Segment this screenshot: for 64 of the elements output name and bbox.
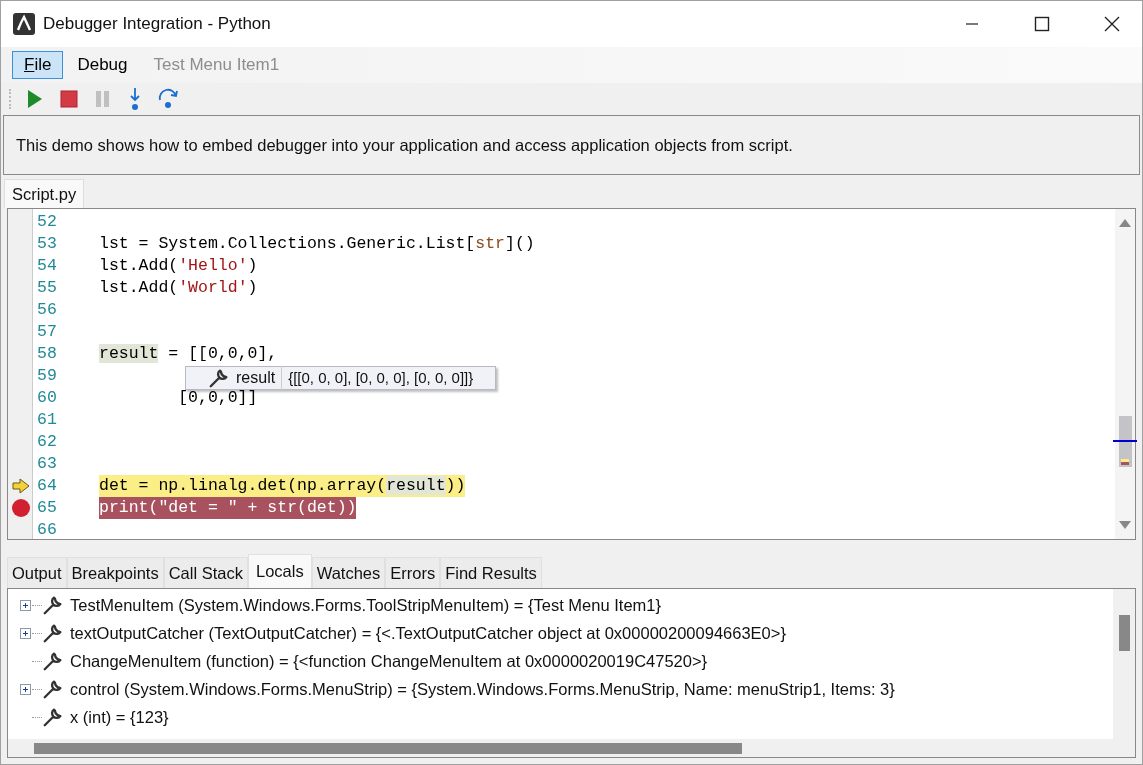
line-number: 54 xyxy=(36,255,58,277)
line-number: 61 xyxy=(36,409,58,431)
vertical-scrollbar[interactable] xyxy=(1115,209,1135,539)
line-number: 58 xyxy=(36,343,58,365)
step-into-icon[interactable] xyxy=(127,87,143,111)
scroll-thumb[interactable] xyxy=(1118,615,1130,651)
line-number: 57 xyxy=(36,321,58,343)
menu-item[interactable]: File xyxy=(12,51,64,79)
wrench-icon xyxy=(208,367,230,389)
line-number: 66 xyxy=(36,519,58,541)
code-line: [0,0,0]] xyxy=(177,387,258,409)
line-number: 59 xyxy=(36,365,58,387)
editor-tab[interactable]: Script.py xyxy=(4,179,85,208)
variable-entry[interactable]: control (System.Windows.Forms.MenuStrip) = {System.Windows.Forms.MenuStrip, Name: menuStrip1, Items: 3} xyxy=(70,676,895,702)
line-number: 56 xyxy=(36,299,58,321)
panel-tab[interactable]: Call Stack xyxy=(163,557,248,588)
panel-tab[interactable]: Watches xyxy=(311,557,386,588)
scroll-down-icon[interactable] xyxy=(1119,521,1131,529)
panel-tab[interactable]: Errors xyxy=(385,557,441,588)
line-number: 65 xyxy=(36,497,58,519)
line-number: 62 xyxy=(36,431,58,453)
description-text: This demo shows how to embed debugger into your application and access application objects from script. xyxy=(16,134,793,156)
tooltip-name: result xyxy=(236,366,283,390)
wrench-icon xyxy=(42,594,64,616)
vertical-scrollbar[interactable] xyxy=(1113,589,1135,739)
menu-item[interactable]: Debug xyxy=(65,51,140,79)
step-over-icon[interactable] xyxy=(157,88,181,110)
line-number: 63 xyxy=(36,453,58,475)
wrench-icon xyxy=(42,706,64,728)
variable-entry[interactable]: ChangeMenuItem (function) = {<function ChangeMenuItem at 0x0000020019C47520>} xyxy=(70,648,708,674)
breakpoint-icon[interactable] xyxy=(10,498,31,518)
code-line: result = [[0,0,0], xyxy=(99,343,278,365)
variable-entry[interactable]: TestMenuItem (System.Windows.Forms.ToolStripMenuItem) = {Test Menu Item1} xyxy=(70,592,661,618)
app-logo-icon xyxy=(13,13,35,35)
line-number: 55 xyxy=(36,277,58,299)
scroll-thumb[interactable] xyxy=(34,742,742,754)
close-icon[interactable] xyxy=(1104,16,1120,32)
scroll-up-icon[interactable] xyxy=(1119,219,1131,227)
code-line: lst.Add('World') xyxy=(99,277,258,299)
wrench-icon xyxy=(42,622,64,644)
code-line: lst.Add('Hello') xyxy=(99,255,258,277)
wrench-icon xyxy=(42,650,64,672)
expand-icon[interactable] xyxy=(19,627,31,639)
maximize-icon[interactable] xyxy=(1034,16,1050,32)
expand-icon[interactable] xyxy=(19,683,31,695)
panel-tab[interactable]: Breakpoints xyxy=(66,557,164,588)
caret-position-marker xyxy=(1113,440,1137,442)
variable-entry[interactable]: textOutputCatcher (TextOutputCatcher) = {<.TextOutputCatcher object at 0x00000200094663E0>} xyxy=(70,620,786,646)
window-title: Debugger Integration - Python xyxy=(43,13,272,36)
horizontal-scrollbar[interactable] xyxy=(8,739,1135,757)
variable-entry[interactable]: x (int) = {123} xyxy=(70,704,169,730)
panel-tab[interactable]: Find Results xyxy=(440,557,542,588)
expand-icon[interactable] xyxy=(19,599,31,611)
code-line: lst = System.Collections.Generic.List[str]() xyxy=(99,233,535,255)
tooltip-value: {[[0, 0, 0], [0, 0, 0], [0, 0, 0]]} xyxy=(288,367,474,388)
line-number: 64 xyxy=(36,475,58,497)
panel-tab[interactable]: Locals xyxy=(247,554,312,588)
stop-icon[interactable] xyxy=(59,89,79,109)
wrench-icon xyxy=(42,678,64,700)
line-number: 60 xyxy=(36,387,58,409)
scroll-thumb[interactable] xyxy=(1118,416,1132,467)
panel-tab[interactable]: Output xyxy=(7,557,67,588)
line-number: 53 xyxy=(36,233,58,255)
line-number: 52 xyxy=(36,211,58,233)
